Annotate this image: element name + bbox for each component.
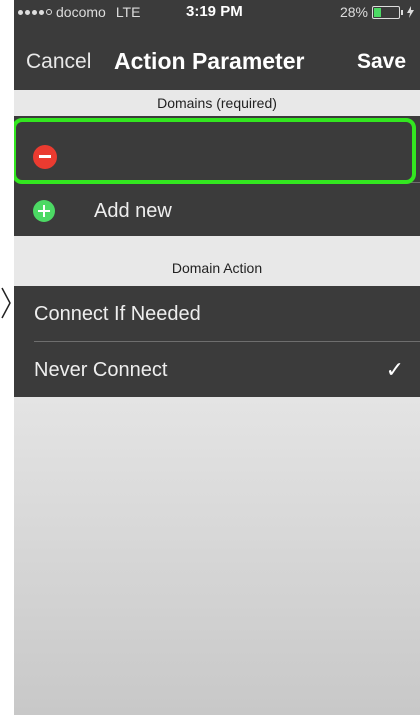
status-time: 3:19 PM [186,3,243,20]
signal-strength-icon [18,9,52,15]
navigation-bar: Cancel Action Parameter Save [14,24,420,90]
charging-bolt-icon [407,6,414,18]
carrier-info: docomo LTE [18,4,140,20]
domain-input[interactable] [74,138,408,174]
option-never-connect[interactable]: Never Connect ✓ [14,342,420,397]
carrier-name: docomo [56,4,106,20]
option-connect-if-needed[interactable]: Connect If Needed [14,286,420,342]
domain-action-section-header: Domain Action [14,236,420,286]
remove-icon[interactable] [33,145,57,169]
status-bar: docomo LTE 3:19 PM 28% [14,0,420,24]
empty-background [14,397,420,715]
page-title: Action Parameter [114,48,305,74]
add-new-label: Add new [94,200,172,222]
battery-icon [372,5,400,19]
domains-section-header: Domains (required) [14,90,420,116]
option-label: Connect If Needed [34,303,201,325]
option-label: Never Connect [34,359,168,381]
row-divider [34,182,420,183]
network-type: LTE [115,4,141,20]
left-chevron-icon [1,287,11,319]
domain-entry-row [14,116,420,186]
add-new-row[interactable]: Add new [14,186,420,236]
checkmark-icon: ✓ [385,357,404,382]
battery-percent: 28% [339,4,368,20]
add-icon[interactable] [33,200,55,222]
battery-info: 28% [340,4,414,20]
cancel-button[interactable]: Cancel [26,50,91,74]
save-button[interactable]: Save [357,50,406,74]
battery-nub [401,9,403,15]
phone-screen: docomo LTE 3:19 PM 28% Cancel Action Par… [14,0,420,715]
battery-fill [374,7,381,17]
